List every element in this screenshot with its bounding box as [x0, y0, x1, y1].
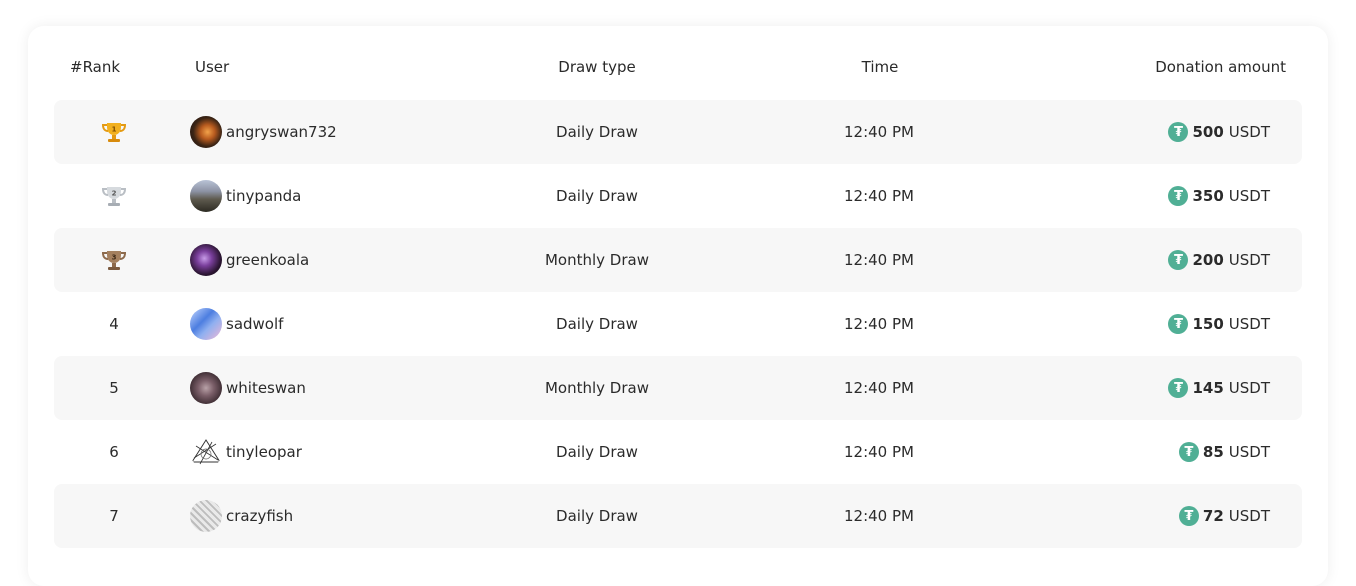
table-row: 1 angryswan732 Daily Draw 12:40 PM ₮ 500…	[54, 100, 1302, 164]
user-cell[interactable]: greenkoala	[190, 228, 309, 292]
username: sadwolf	[226, 315, 284, 333]
rank-cell: 1	[54, 100, 174, 164]
donation-amount-cell: ₮ 85 USDT	[1178, 420, 1270, 484]
time-cell: 12:40 PM	[844, 379, 914, 397]
tether-coin-icon: ₮	[1168, 314, 1189, 334]
table-row: 3 greenkoala Monthly Draw 12:40 PM ₮ 200…	[54, 228, 1302, 292]
tether-coin-icon: ₮	[1168, 122, 1189, 142]
avatar	[190, 116, 222, 148]
rank-cell: 7	[109, 507, 119, 525]
tether-coin-icon: ₮	[1178, 442, 1199, 462]
rank-cell: 3	[54, 228, 174, 292]
donation-amount-cell: ₮ 145 USDT	[1168, 356, 1270, 420]
time-cell: 12:40 PM	[844, 123, 914, 141]
header-donation-amount: Donation amount	[1155, 58, 1286, 76]
username: tinyleopar	[226, 443, 302, 461]
username: crazyfish	[226, 507, 294, 525]
user-cell[interactable]: angryswan732	[190, 100, 337, 164]
currency-label: USDT	[1228, 315, 1270, 333]
user-cell[interactable]: tinyleopar	[190, 420, 302, 484]
donation-amount-cell: ₮ 150 USDT	[1168, 292, 1270, 356]
gold-trophy-icon: 1	[101, 123, 127, 142]
silver-trophy-icon: 2	[101, 187, 127, 206]
donation-amount-cell: ₮ 500 USDT	[1168, 100, 1270, 164]
avatar	[190, 500, 222, 532]
username: greenkoala	[226, 251, 310, 269]
amount-value: 150	[1192, 315, 1224, 333]
table-row: 5 whiteswan Monthly Draw 12:40 PM ₮ 145 …	[54, 356, 1302, 420]
currency-label: USDT	[1228, 251, 1270, 269]
currency-label: USDT	[1228, 507, 1270, 525]
header-user: User	[195, 58, 230, 76]
currency-label: USDT	[1228, 187, 1270, 205]
draw-type-cell: Daily Draw	[556, 123, 638, 141]
donation-amount-cell: ₮ 200 USDT	[1168, 228, 1270, 292]
amount-value: 350	[1192, 187, 1224, 205]
svg-text:3: 3	[112, 254, 117, 262]
time-cell: 12:40 PM	[844, 443, 914, 461]
user-cell[interactable]: crazyfish	[190, 484, 293, 548]
tether-coin-icon: ₮	[1178, 506, 1199, 526]
user-cell[interactable]: tinypanda	[190, 164, 301, 228]
svg-text:2: 2	[112, 190, 117, 198]
avatar	[190, 372, 222, 404]
amount-value: 145	[1192, 379, 1224, 397]
draw-type-cell: Monthly Draw	[544, 251, 649, 269]
amount-value: 85	[1202, 443, 1224, 461]
tether-coin-icon: ₮	[1168, 378, 1189, 398]
tether-coin-icon: ₮	[1168, 250, 1189, 270]
table-header: #Rank User Draw type Time Donation amoun…	[28, 26, 1328, 100]
leaderboard-card: #Rank User Draw type Time Donation amoun…	[28, 26, 1328, 586]
rank-cell: 4	[109, 315, 119, 333]
avatar	[190, 180, 222, 212]
username: angryswan732	[226, 123, 337, 141]
table-row: 6 tinyleopar Daily Draw 12:40 PM ₮ 85 US…	[54, 420, 1302, 484]
table-row: 2 tinypanda Daily Draw 12:40 PM ₮ 350 US…	[54, 164, 1302, 228]
donation-amount-cell: ₮ 72 USDT	[1178, 484, 1270, 548]
currency-label: USDT	[1228, 123, 1270, 141]
avatar	[190, 436, 222, 468]
donation-amount-cell: ₮ 350 USDT	[1168, 164, 1270, 228]
draw-type-cell: Daily Draw	[556, 187, 638, 205]
draw-type-cell: Daily Draw	[556, 443, 638, 461]
table-row: 7 crazyfish Daily Draw 12:40 PM ₮ 72 USD…	[54, 484, 1302, 548]
username: whiteswan	[226, 379, 306, 397]
amount-value: 72	[1202, 507, 1224, 525]
rank-cell: 2	[54, 164, 174, 228]
amount-value: 500	[1192, 123, 1224, 141]
time-cell: 12:40 PM	[844, 187, 914, 205]
header-rank: #Rank	[70, 58, 121, 76]
bronze-trophy-icon: 3	[101, 251, 127, 270]
user-cell[interactable]: whiteswan	[190, 356, 306, 420]
draw-type-cell: Daily Draw	[556, 315, 638, 333]
currency-label: USDT	[1228, 443, 1270, 461]
avatar	[190, 244, 222, 276]
rank-cell: 6	[109, 443, 119, 461]
time-cell: 12:40 PM	[844, 251, 914, 269]
time-cell: 12:40 PM	[844, 315, 914, 333]
time-cell: 12:40 PM	[844, 507, 914, 525]
header-time: Time	[861, 58, 899, 76]
user-cell[interactable]: sadwolf	[190, 292, 283, 356]
avatar	[190, 308, 222, 340]
rank-cell: 5	[109, 379, 119, 397]
username: tinypanda	[226, 187, 302, 205]
draw-type-cell: Daily Draw	[556, 507, 638, 525]
draw-type-cell: Monthly Draw	[544, 379, 649, 397]
table-row: 4 sadwolf Daily Draw 12:40 PM ₮ 150 USDT	[54, 292, 1302, 356]
currency-label: USDT	[1228, 379, 1270, 397]
svg-text:1: 1	[112, 126, 117, 134]
amount-value: 200	[1192, 251, 1224, 269]
header-draw-type: Draw type	[558, 58, 636, 76]
leaderboard-rows: 1 angryswan732 Daily Draw 12:40 PM ₮ 500…	[54, 100, 1302, 548]
tether-coin-icon: ₮	[1168, 186, 1189, 206]
